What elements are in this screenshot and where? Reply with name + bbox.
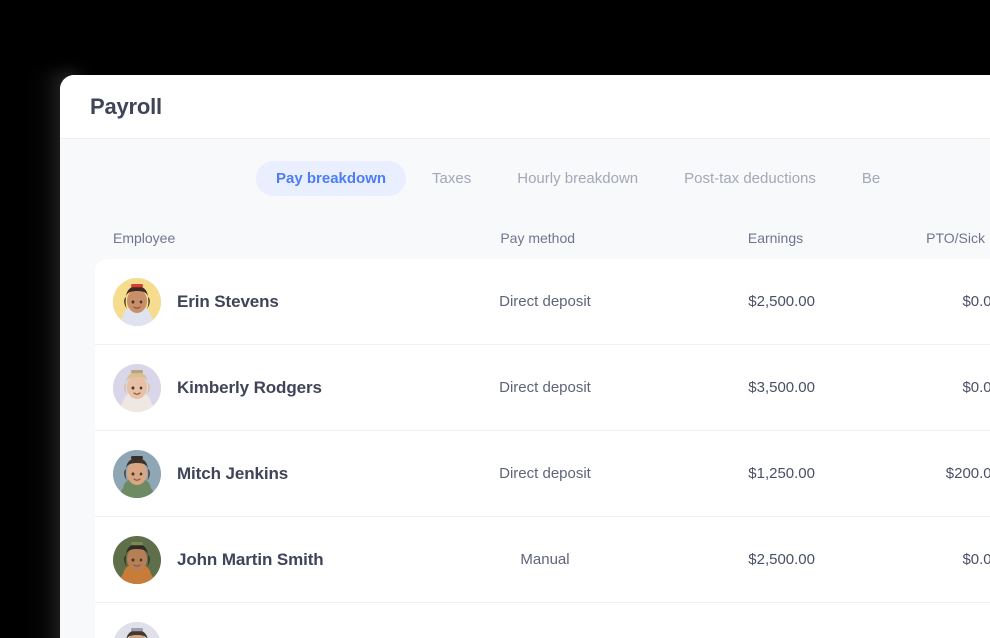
cell-pto-sick: $0.00 bbox=[962, 379, 990, 396]
avatar-erin-stevens bbox=[113, 277, 161, 326]
cell-earnings: $3,500.00 bbox=[748, 379, 815, 396]
employee-name: Erin Stevens bbox=[177, 291, 279, 311]
cell-pay-method: Direct deposit bbox=[499, 465, 591, 482]
cell-pay-method: Direct deposit bbox=[499, 379, 591, 396]
cell-pay-method: Direct deposit bbox=[499, 293, 591, 310]
payroll-app-window: Payroll Pay breakdown Taxes Hourly breakdo… bbox=[60, 75, 990, 638]
titlebar: Payroll bbox=[60, 75, 990, 139]
tab-hourly-breakdown[interactable]: Hourly breakdown bbox=[497, 161, 658, 196]
screen: Payroll Pay breakdown Taxes Hourly breakdo… bbox=[0, 0, 990, 638]
column-header-earnings: Earnings bbox=[747, 230, 804, 246]
tabstrip: Pay breakdown Taxes Hourly breakdown Post-t… bbox=[60, 139, 990, 217]
avatar-next-employee bbox=[113, 621, 161, 638]
cell-pto-sick: $0.00 bbox=[962, 551, 990, 568]
employee-name: John Martin Smith bbox=[177, 549, 324, 569]
table-row[interactable] bbox=[95, 603, 990, 638]
cell-employee: Erin Stevens bbox=[95, 277, 455, 326]
employee-name: Mitch Jenkins bbox=[177, 463, 289, 483]
table-row[interactable]: John Martin Smith Manual $2,500.00 $0.00 bbox=[95, 517, 990, 603]
tab-post-tax-deductions[interactable]: Post-tax deductions bbox=[664, 161, 836, 196]
column-header-pay-method: Pay method bbox=[500, 230, 576, 246]
cell-earnings: $2,500.00 bbox=[748, 293, 815, 310]
cell-employee: Kimberly Rodgers bbox=[95, 363, 455, 412]
table-body-card: Erin Stevens Direct deposit $2,500.00 $0.00… bbox=[95, 259, 990, 638]
cell-employee bbox=[95, 621, 455, 638]
avatar-erin-stevens-image bbox=[113, 277, 161, 326]
cell-employee: John Martin Smith bbox=[95, 535, 455, 584]
table-row[interactable]: Erin Stevens Direct deposit $2,500.00 $0.00 bbox=[95, 259, 990, 345]
cell-employee: Mitch Jenkins bbox=[95, 449, 455, 498]
table-row[interactable]: Mitch Jenkins Direct deposit $1,250.00 $200… bbox=[95, 431, 990, 517]
avatar-mitch-jenkins bbox=[113, 449, 161, 498]
tab-be[interactable]: Be bbox=[842, 161, 900, 196]
avatar-next-employee-image bbox=[113, 621, 161, 638]
avatar-john-martin-smith bbox=[113, 535, 161, 584]
avatar-kimberly-rodgers-image bbox=[113, 363, 161, 412]
cell-pay-method: Manual bbox=[520, 551, 570, 568]
cell-pto-sick: $200.00 bbox=[945, 465, 990, 482]
column-header-employee: Employee bbox=[113, 230, 176, 246]
column-header-pto-sick: PTO/Sick bbox=[926, 230, 985, 246]
cell-earnings: $2,500.00 bbox=[748, 551, 815, 568]
avatar-mitch-jenkins-image bbox=[113, 449, 161, 498]
avatar-john-martin-smith-image bbox=[113, 535, 161, 584]
avatar-kimberly-rodgers bbox=[113, 363, 161, 412]
tab-taxes[interactable]: Taxes bbox=[412, 161, 491, 196]
table-header-row: Employee Pay method Earnings PTO/Sick bbox=[60, 217, 990, 259]
table-row[interactable]: Kimberly Rodgers Direct deposit $3,500.00 $… bbox=[95, 345, 990, 431]
employee-name: Kimberly Rodgers bbox=[177, 377, 322, 397]
cell-pto-sick: $0.00 bbox=[962, 293, 990, 310]
page-title: Payroll bbox=[90, 93, 162, 119]
cell-earnings: $1,250.00 bbox=[748, 465, 815, 482]
payroll-table: Employee Pay method Earnings PTO/Sick Er… bbox=[60, 217, 990, 638]
tab-pay-breakdown[interactable]: Pay breakdown bbox=[256, 160, 407, 196]
